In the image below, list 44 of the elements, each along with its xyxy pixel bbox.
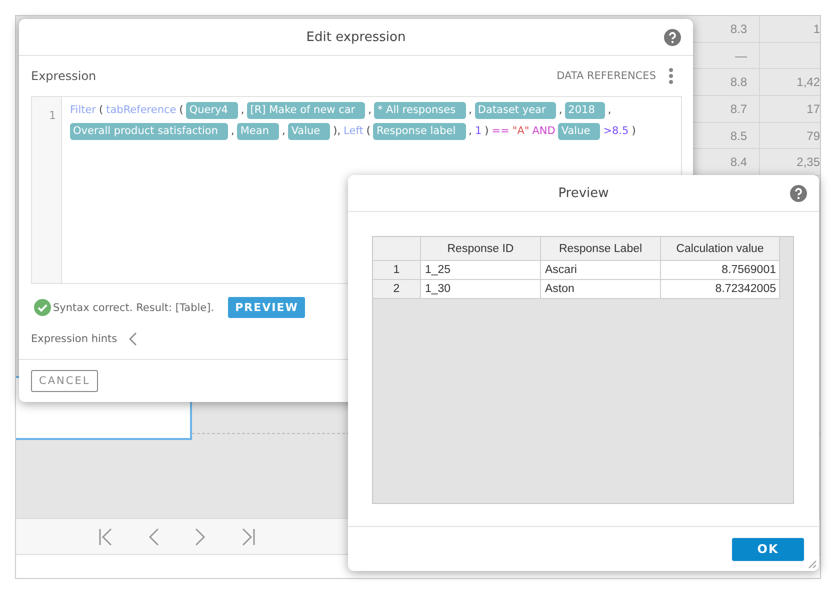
dialog-title: Preview xyxy=(558,186,609,200)
line-number: 1 xyxy=(49,109,56,122)
column-header: Response ID xyxy=(421,237,541,261)
column-header: Response Label xyxy=(541,237,661,261)
operator: == xyxy=(492,124,510,139)
code-punctuation: , xyxy=(282,124,286,139)
function-name: Filter xyxy=(70,103,96,118)
code-punctuation: , xyxy=(240,103,244,118)
code-punctuation: , xyxy=(468,124,472,139)
string-literal: "A" xyxy=(512,124,530,139)
number-literal: >8.5 xyxy=(603,124,629,139)
operator: AND xyxy=(532,124,556,139)
number-literal: 1 xyxy=(474,124,482,139)
table-cell-text: 1 xyxy=(812,20,820,38)
function-name: tabReference xyxy=(106,103,176,118)
code-punctuation: ( xyxy=(99,103,104,118)
table-cell: 8.72342005 xyxy=(661,280,780,299)
table-cell-text: 1,42 xyxy=(796,74,820,92)
code-punctuation: , xyxy=(231,124,234,139)
row-number: 2 xyxy=(373,280,421,299)
code-punctuation: , xyxy=(368,103,372,118)
row-number: 1 xyxy=(373,261,421,280)
table-cell: Aston xyxy=(541,280,661,299)
code-punctuation: , xyxy=(608,103,612,118)
code-punctuation: ( xyxy=(179,103,184,118)
table-cell: 1_25 xyxy=(421,261,541,280)
expression-hints-label: Expression hints xyxy=(31,333,118,345)
status-message: Syntax correct. Result: [Table]. xyxy=(53,302,214,314)
table-cell: Ascari xyxy=(541,261,661,280)
function-name: Left xyxy=(344,124,364,139)
section-label: Expression xyxy=(31,69,98,83)
dialog-title: Edit expression xyxy=(306,30,406,44)
table-cell: 1_30 xyxy=(421,280,541,299)
table-cell-text: 2,35 xyxy=(796,154,820,172)
table-cell-text: 79 xyxy=(806,128,820,145)
code-punctuation: ) xyxy=(484,124,489,139)
column-header: Calculation value xyxy=(661,237,780,261)
table-cell-text: 17 xyxy=(806,100,820,118)
code-punctuation: , xyxy=(468,103,472,118)
code-punctuation: ( xyxy=(366,124,370,139)
code-punctuation: , xyxy=(558,103,562,118)
code-punctuation: ) xyxy=(632,124,636,139)
code-punctuation: ), xyxy=(333,124,341,139)
table-cell: 8.7569001 xyxy=(661,261,780,280)
